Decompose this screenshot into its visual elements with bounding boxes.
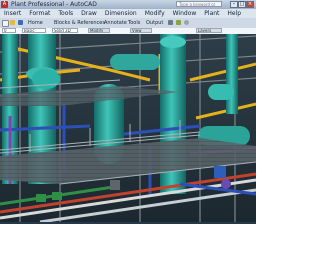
close-button[interactable]: × — [246, 1, 254, 8]
undo-icon[interactable] — [168, 20, 173, 25]
menu-modify[interactable]: Modify — [141, 9, 169, 18]
view-dropdown[interactable]: View — [130, 28, 152, 33]
tab-home[interactable]: Home — [28, 18, 43, 28]
layers-dropdown[interactable]: Layers — [196, 28, 222, 33]
menu-draw[interactable]: Draw — [77, 9, 101, 18]
minimize-button[interactable]: – — [230, 1, 238, 8]
linetype-dropdown[interactable]: Solid 3D — [52, 28, 78, 33]
gear-icon[interactable] — [184, 20, 189, 25]
plant-3d-model — [0, 34, 256, 222]
menu-format[interactable]: Format — [25, 9, 54, 18]
tab-output[interactable]: Output — [146, 18, 163, 28]
layer-icon[interactable] — [176, 20, 181, 25]
menu-tools[interactable]: Tools — [54, 9, 77, 18]
menu-plant[interactable]: Plant — [200, 9, 223, 18]
tab-annotate[interactable]: Annotate — [104, 18, 127, 28]
modify-dropdown[interactable]: Modify — [88, 28, 110, 33]
status-bar — [0, 222, 256, 224]
save-icon[interactable] — [18, 20, 23, 25]
window-title: Plant Professional - AutoCAD — [11, 1, 97, 8]
style-dropdown[interactable]: Basic — [22, 28, 46, 33]
autocad-logo-icon[interactable]: A — [1, 1, 8, 8]
menu-dimension[interactable]: Dimension — [101, 9, 141, 18]
maximize-button[interactable]: □ — [238, 1, 246, 8]
open-folder-icon[interactable] — [10, 20, 15, 25]
menu-insert[interactable]: Insert — [0, 9, 25, 18]
tab-tools[interactable]: Tools — [128, 18, 140, 28]
layer-dropdown[interactable]: 0 — [2, 28, 16, 33]
menu-window[interactable]: Window — [169, 9, 201, 18]
new-file-icon[interactable] — [2, 20, 9, 27]
model-viewport[interactable] — [0, 34, 256, 222]
menu-help[interactable]: Help — [223, 9, 245, 18]
tab-blocks-references[interactable]: Blocks & References — [54, 18, 105, 28]
search-input[interactable]: Type a keyword or phrase — [176, 1, 222, 7]
app-window: A Plant Professional - AutoCAD Type a ke… — [0, 0, 256, 224]
